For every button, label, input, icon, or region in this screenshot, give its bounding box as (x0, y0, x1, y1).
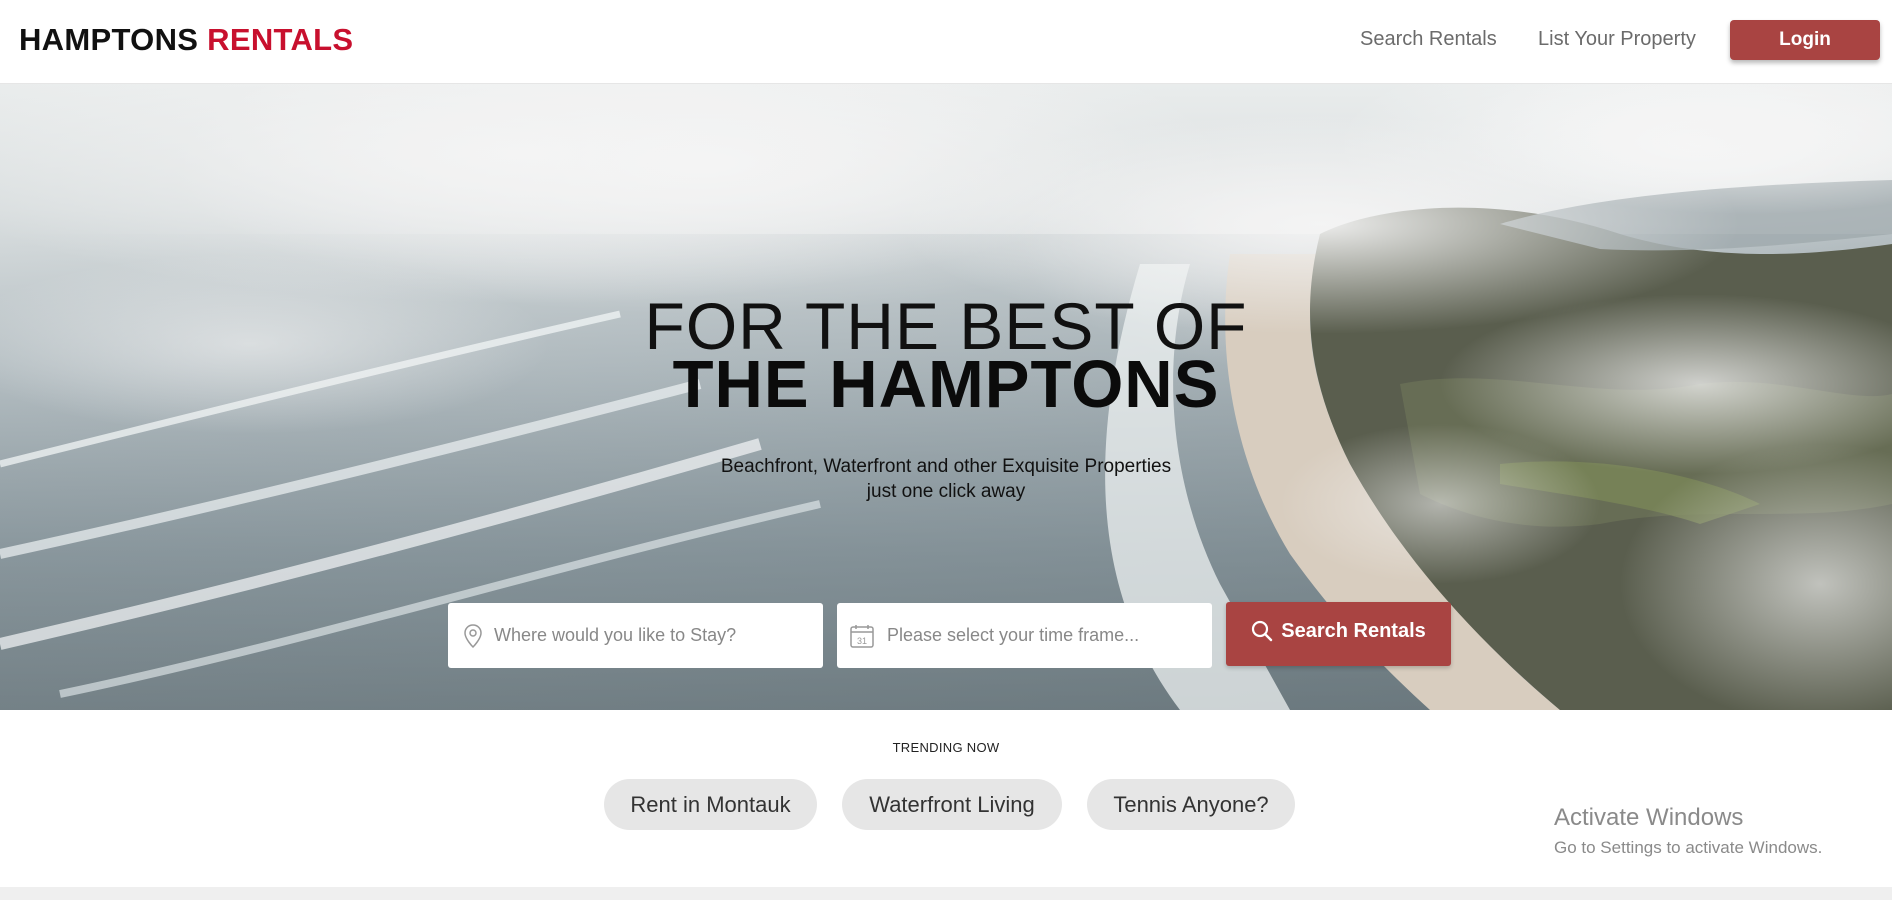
date-input[interactable] (887, 603, 1207, 668)
location-input[interactable] (494, 603, 814, 668)
logo-text-accent: RENTALS (207, 22, 354, 57)
section-divider (0, 887, 1892, 900)
nav-search-rentals-link[interactable]: Search Rentals (1360, 28, 1497, 51)
site-header: HAMPTONS RENTALS Search Rentals List You… (0, 0, 1892, 84)
hero-section: FOR THE BEST OF THE HAMPTONS Beachfront,… (0, 84, 1892, 710)
activate-windows-subtitle: Go to Settings to activate Windows. (1554, 838, 1823, 857)
login-button[interactable]: Login (1730, 20, 1880, 60)
logo-text-primary: HAMPTONS (19, 22, 199, 57)
search-button-label: Search Rentals (1281, 619, 1426, 642)
site-logo[interactable]: HAMPTONS RENTALS (19, 22, 353, 58)
search-rentals-button[interactable]: Search Rentals (1226, 602, 1451, 666)
trending-pill-waterfront[interactable]: Waterfront Living (842, 779, 1062, 830)
hero-subtitle: Beachfront, Waterfront and other Exquisi… (0, 454, 1892, 504)
hero-title-line2: THE HAMPTONS (672, 347, 1220, 422)
date-search-field[interactable]: 31 (837, 603, 1212, 668)
search-icon (1252, 621, 1273, 642)
nav-list-property-link[interactable]: List Your Property (1538, 28, 1696, 51)
activate-windows-title: Activate Windows (1554, 804, 1744, 831)
calendar-icon-number: 31 (857, 636, 867, 646)
trending-pill-tennis[interactable]: Tennis Anyone? (1087, 779, 1295, 830)
trending-label: TRENDING NOW (892, 740, 1000, 755)
map-pin-icon (460, 623, 486, 649)
hero-subtitle-line1: Beachfront, Waterfront and other Exquisi… (720, 456, 1172, 477)
trending-pill-montauk[interactable]: Rent in Montauk (604, 779, 817, 830)
calendar-icon: 31 (849, 623, 875, 649)
hero-subtitle-line2: just one click away (866, 481, 1026, 502)
location-search-field[interactable] (448, 603, 823, 668)
